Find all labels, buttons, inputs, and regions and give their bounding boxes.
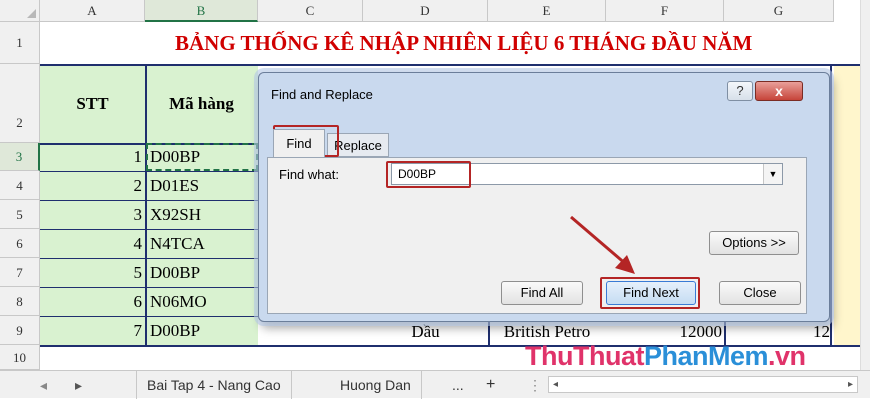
row-header-5[interactable]: 5 [0,200,40,229]
row-header-1[interactable]: 1 [0,22,40,64]
vertical-scrollbar[interactable] [860,0,870,370]
close-icon[interactable]: x [755,81,803,101]
close-button[interactable]: Close [719,281,801,305]
chevron-down-icon[interactable]: ▼ [763,164,782,184]
cell-stt[interactable]: 3 [40,200,143,229]
watermark-part: .vn [768,341,806,371]
cell-stt[interactable]: 4 [40,229,143,258]
table-border [145,64,147,345]
find-value-highlight [386,161,471,188]
row-header-9[interactable]: 9 [0,316,40,345]
select-all-corner[interactable] [0,0,40,22]
cell-stt[interactable]: 2 [40,171,143,200]
horizontal-scrollbar[interactable]: ◂ ▸ [548,376,858,393]
cell-code[interactable]: X92SH [150,200,258,229]
row-header-8[interactable]: 8 [0,287,40,316]
dialog-title: Find and Replace [271,87,373,102]
cell-stt[interactable]: 1 [40,143,143,171]
find-next-highlight [600,277,700,309]
active-cell-marquee [146,143,258,171]
header-ma-hang[interactable]: Mã hàng [145,64,258,143]
cell-code[interactable]: D01ES [150,171,258,200]
help-button[interactable]: ? [727,81,753,101]
find-all-button[interactable]: Find All [501,281,583,305]
row-header-2[interactable]: 2 [0,64,40,143]
cream-fill [834,64,860,345]
row-header-7[interactable]: 7 [0,258,40,287]
col-header-f[interactable]: F [606,0,724,22]
table-border [40,64,860,66]
tab-find[interactable]: Find [273,129,325,157]
row-header-3[interactable]: 3 [0,143,40,171]
scroll-left-icon[interactable]: ◂ [30,371,57,399]
cell-code[interactable]: D00BP [150,258,258,287]
table-border [830,64,832,345]
watermark: ThuThuatPhanMem.vn [525,341,806,372]
cell-code[interactable]: N4TCA [150,229,258,258]
scroll-right-icon[interactable]: ▸ [65,371,92,399]
table-border [40,171,258,172]
table-border [40,200,258,201]
sheet-tab-bar: ◂ ▸ Bai Tap 4 - Nang Cao Huong Dan ... +… [0,370,870,399]
table-border [40,287,258,288]
col-header-c[interactable]: C [258,0,363,22]
watermark-part: ThuThuat [525,341,644,371]
cell-code[interactable]: D00BP [150,316,258,345]
col-header-g[interactable]: G [724,0,834,22]
more-sheets[interactable]: ... [442,371,474,399]
cell-stt[interactable]: 7 [40,316,143,345]
scroll-right-arrow-icon[interactable]: ▸ [848,377,853,392]
row-header-10[interactable]: 10 [0,345,40,370]
header-stt[interactable]: STT [40,64,145,143]
table-border [40,316,258,317]
cell-stt[interactable]: 5 [40,258,143,287]
find-replace-dialog[interactable]: Find and Replace ? x Find Replace Find w… [258,72,830,322]
row-header-6[interactable]: 6 [0,229,40,258]
col-header-b[interactable]: B [145,0,258,22]
find-what-label: Find what: [279,167,339,182]
table-border [40,258,258,259]
table-border [40,229,258,230]
scroll-left-arrow-icon[interactable]: ◂ [553,377,558,392]
sheet-tab-bai-tap[interactable]: Bai Tap 4 - Nang Cao [136,371,292,399]
col-header-a[interactable]: A [40,0,145,22]
sheet-title[interactable]: BẢNG THỐNG KÊ NHẬP NHIÊN LIỆU 6 THÁNG ĐẦ… [175,22,870,64]
dialog-tabs: Find Replace [267,127,807,157]
watermark-part: PhanMem [643,341,769,371]
tab-splitter[interactable]: ⋮ [518,371,552,399]
add-sheet-icon[interactable]: + [476,371,505,399]
cell-code[interactable]: N06MO [150,287,258,316]
row-header-4[interactable]: 4 [0,171,40,200]
col-header-d[interactable]: D [363,0,488,22]
options-button[interactable]: Options >> [709,231,799,255]
cell-stt[interactable]: 6 [40,287,143,316]
col-header-e[interactable]: E [488,0,606,22]
sheet-tab-huong-dan[interactable]: Huong Dan [330,371,422,399]
